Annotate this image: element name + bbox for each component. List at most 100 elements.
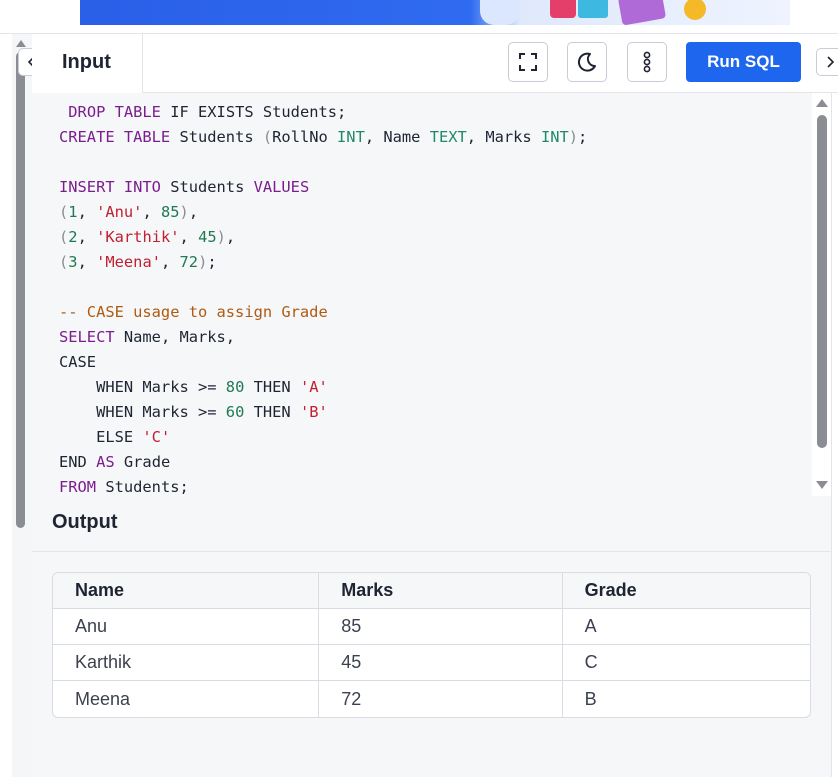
code-token: 80: [225, 378, 245, 396]
code-line[interactable]: CASE: [59, 350, 587, 375]
banner-decoration: [480, 0, 520, 25]
column-header: Name: [53, 573, 320, 609]
code-token: THEN: [244, 403, 300, 421]
code-line[interactable]: CREATE TABLE Students (RollNo INT, Name …: [59, 125, 587, 150]
scrollbar-thumb[interactable]: [817, 115, 827, 448]
code-line[interactable]: (1, 'Anu', 85),: [59, 200, 587, 225]
page-scrollbar[interactable]: [15, 40, 27, 530]
code-token: 'A': [299, 378, 328, 396]
code-editor[interactable]: DROP TABLE IF EXISTS Students; CREATE TAB…: [32, 93, 812, 496]
table-cell: A: [562, 609, 810, 645]
code-line[interactable]: ELSE 'C': [59, 425, 587, 450]
code-token: ): [198, 253, 208, 271]
code-token: ): [568, 128, 579, 146]
tab-input-label: Input: [62, 51, 111, 73]
scroll-down-icon[interactable]: [816, 481, 828, 489]
code-token: ;: [578, 128, 588, 146]
code-content[interactable]: DROP TABLE IF EXISTS Students; CREATE TAB…: [59, 100, 587, 496]
code-token: FROM: [59, 478, 97, 496]
table-cell: 72: [319, 681, 563, 717]
top-banner-ad[interactable]: [80, 0, 790, 25]
code-token: Students: [160, 178, 254, 196]
code-line[interactable]: END AS Grade: [59, 450, 587, 475]
table-cell: B: [584, 688, 597, 709]
code-token: 'Karthik': [96, 228, 180, 246]
code-token: Grade: [114, 453, 171, 471]
code-token: Name, Marks,: [114, 328, 236, 346]
code-token: INSERT INTO: [59, 178, 161, 196]
code-token: ): [179, 203, 189, 221]
code-line[interactable]: INSERT INTO Students VALUES: [59, 175, 587, 200]
code-line[interactable]: [59, 150, 587, 175]
code-token: , Name: [364, 128, 430, 146]
code-line[interactable]: (2, 'Karthik', 45),: [59, 225, 587, 250]
table-header-row: Name Marks Grade: [53, 573, 810, 609]
code-token: END: [59, 453, 97, 471]
column-header: Grade: [562, 573, 810, 609]
code-token: (: [59, 228, 69, 246]
code-token: 'B': [299, 403, 328, 421]
code-token: ,: [77, 228, 97, 246]
code-token: ,: [179, 228, 199, 246]
code-token: ;: [207, 253, 217, 271]
code-line[interactable]: (3, 'Meena', 72);: [59, 250, 587, 275]
code-token: 45: [198, 228, 217, 246]
fullscreen-button[interactable]: [508, 42, 548, 82]
table-row: Anu 85 A: [53, 609, 810, 645]
code-token: 'Anu': [96, 203, 143, 221]
code-line[interactable]: DROP TABLE IF EXISTS Students;: [59, 100, 587, 125]
code-token: (: [59, 203, 69, 221]
code-token: Students: [170, 128, 263, 146]
code-token: ,: [142, 203, 161, 221]
code-token: WHEN Marks >=: [59, 378, 226, 396]
more-options-button[interactable]: [627, 42, 667, 82]
run-sql-button[interactable]: Run SQL: [686, 42, 801, 82]
code-token: RollNo: [272, 128, 338, 146]
code-token: (: [59, 253, 69, 271]
next-button[interactable]: [816, 48, 838, 76]
theme-toggle-button[interactable]: [567, 42, 607, 82]
code-token: ): [216, 228, 226, 246]
code-token: -- CASE usage to assign Grade: [59, 303, 328, 321]
scroll-up-icon[interactable]: [816, 99, 828, 107]
code-token: 1: [68, 203, 78, 221]
scroll-up-icon[interactable]: [16, 40, 26, 47]
code-token: Students;: [96, 478, 189, 496]
code-token: INT: [540, 128, 569, 146]
code-line[interactable]: FROM Students;: [59, 475, 587, 496]
code-token: SELECT: [59, 328, 115, 346]
code-line[interactable]: WHEN Marks >= 60 THEN 'B': [59, 400, 587, 425]
output-title: Output: [52, 511, 118, 533]
table-row: Meena 72 B: [53, 681, 810, 717]
code-token: CREATE TABLE: [59, 128, 171, 146]
code-token: ,: [225, 228, 236, 246]
banner-decoration: [550, 0, 576, 18]
scrollbar-thumb[interactable]: [16, 52, 25, 528]
tab-input[interactable]: Input: [32, 34, 143, 93]
code-line[interactable]: -- CASE usage to assign Grade: [59, 300, 587, 325]
code-token: 2: [68, 228, 78, 246]
code-token: ,: [188, 203, 199, 221]
banner-decoration: [578, 0, 608, 18]
code-token: AS: [96, 453, 115, 471]
code-token: VALUES: [253, 178, 310, 196]
code-line[interactable]: SELECT Name, Marks,: [59, 325, 587, 350]
code-token: 85: [161, 203, 180, 221]
table-cell: 85: [319, 609, 563, 645]
chevron-right-icon: [827, 56, 835, 68]
code-token: 'C': [142, 428, 171, 446]
code-line[interactable]: WHEN Marks >= 80 THEN 'A': [59, 375, 587, 400]
code-token: ,: [77, 253, 97, 271]
code-token: INT: [337, 128, 365, 146]
code-line[interactable]: [59, 275, 587, 300]
code-token: 'Meena': [96, 253, 161, 271]
editor-scrollbar[interactable]: [813, 97, 831, 493]
column-header: Marks: [319, 573, 563, 609]
code-token: DROP TABLE: [68, 103, 161, 121]
banner-decoration: [684, 0, 706, 20]
table-cell: Meena: [53, 681, 320, 717]
table-cell: Anu: [53, 609, 320, 645]
code-token: ,: [77, 203, 97, 221]
fullscreen-icon: [519, 53, 537, 71]
output-header: Output: [32, 496, 832, 552]
